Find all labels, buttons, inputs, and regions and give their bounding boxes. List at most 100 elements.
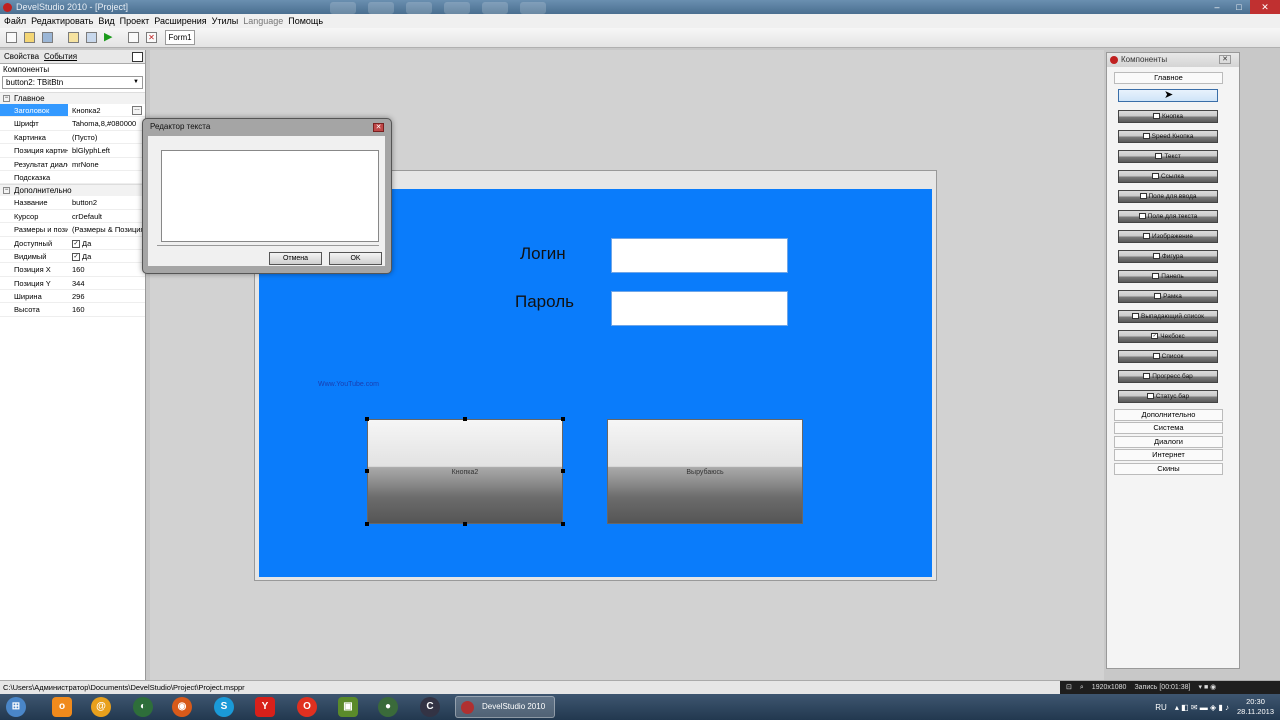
yandex-icon[interactable]: Y — [255, 697, 275, 717]
youtube-link[interactable]: Www.YouTube.com — [318, 381, 379, 388]
menu-project[interactable]: Проект — [120, 14, 155, 28]
selection-handle[interactable] — [561, 469, 565, 473]
maximize-icon[interactable]: □ — [1228, 0, 1250, 14]
palette-item-listbox[interactable]: Список — [1118, 350, 1218, 363]
collapse-icon[interactable]: − — [3, 95, 10, 102]
palette-item-checkbox[interactable]: ✓ Чекбокс — [1118, 330, 1218, 343]
group-internet[interactable]: Интернет — [1114, 449, 1223, 461]
palette-item-edit[interactable]: Поле для ввода — [1118, 190, 1218, 203]
palette-item-panel[interactable]: Панель — [1118, 270, 1218, 283]
cancel-button[interactable]: Отмена — [269, 252, 322, 265]
run-icon[interactable]: ▶ — [104, 32, 115, 43]
prop-row[interactable]: Позиция Y 344 — [0, 277, 145, 291]
password-label[interactable]: Пароль — [515, 292, 574, 312]
tab-form1[interactable]: Form1 — [165, 30, 195, 45]
prop-row[interactable]: Картинка (Пусто) — [0, 131, 145, 145]
prop-row[interactable]: Результат диалога mrNone — [0, 158, 145, 171]
selection-handle[interactable] — [561, 522, 565, 526]
skype-icon[interactable]: S — [214, 697, 234, 717]
form-button-2[interactable]: Кнопка2 — [367, 419, 563, 524]
ok-button[interactable]: OK — [329, 252, 382, 265]
start-icon[interactable]: ⊞ — [6, 697, 26, 717]
edit-icon[interactable] — [68, 32, 79, 43]
prop-row[interactable]: Подсказка — [0, 171, 145, 185]
group-skins[interactable]: Скины — [1114, 463, 1223, 475]
dock-icon[interactable] — [132, 52, 143, 62]
prop-row[interactable]: Курсор crDefault — [0, 210, 145, 224]
checkbox-icon[interactable]: ✓ — [72, 252, 80, 261]
firefox-icon[interactable]: ◉ — [172, 697, 192, 717]
prop-row[interactable]: Видимый ✓ Да — [0, 250, 145, 264]
palette-item-speedbutton[interactable]: Speed Кнопка — [1118, 130, 1218, 143]
language-indicator[interactable]: RU — [1155, 703, 1167, 712]
prop-row[interactable]: Позиция картинки blGlyphLeft — [0, 144, 145, 158]
prop-row[interactable]: Высота 160 — [0, 303, 145, 317]
selection-handle[interactable] — [365, 469, 369, 473]
close-icon[interactable]: ✕ — [1219, 55, 1231, 64]
palette-item-statusbar[interactable]: Статус бар — [1118, 390, 1218, 403]
selection-handle[interactable] — [365, 417, 369, 421]
close-icon[interactable]: ✕ — [373, 123, 384, 132]
component-select[interactable]: button2: TBitBtn ▼ — [2, 76, 143, 89]
form-button-quit[interactable]: Вырубаюсь — [607, 419, 803, 524]
taskbar-item-develstudio[interactable]: DevelStudio 2010 ... — [455, 696, 555, 718]
palette-item-link[interactable]: Ссылка — [1118, 170, 1218, 183]
prop-row[interactable]: Размеры и позиция (Размеры & Позиция) — [0, 223, 145, 237]
ellipsis-icon[interactable]: … — [132, 106, 142, 115]
browser-icon[interactable]: ◐ — [133, 697, 153, 717]
clock[interactable]: 20:30 28.11.2013 — [1237, 697, 1274, 717]
add-form-icon[interactable] — [128, 32, 139, 43]
dialog-textarea[interactable] — [161, 150, 379, 242]
prop-row[interactable]: Ширина 296 — [0, 290, 145, 304]
close-icon[interactable]: ✕ — [1250, 0, 1280, 14]
section-extra[interactable]: − Дополнительно — [0, 184, 145, 197]
menu-extensions[interactable]: Расширения — [154, 14, 211, 28]
menu-help[interactable]: Помощь — [288, 14, 328, 28]
menu-edit[interactable]: Редактировать — [31, 14, 98, 28]
ccleaner-icon[interactable]: C — [420, 697, 440, 717]
checkbox-icon[interactable]: ✓ — [72, 239, 80, 248]
tab-properties[interactable]: Свойства — [4, 52, 39, 61]
palette-item-shape[interactable]: Фигура — [1118, 250, 1218, 263]
group-main[interactable]: Главное — [1114, 72, 1223, 84]
group-system[interactable]: Система — [1114, 422, 1223, 434]
password-input[interactable] — [611, 291, 788, 326]
prop-row[interactable]: Название button2 — [0, 196, 145, 210]
stop-icon[interactable] — [86, 32, 97, 43]
minimize-icon[interactable]: – — [1206, 0, 1228, 14]
group-extra[interactable]: Дополнительно — [1114, 409, 1223, 421]
menu-utils[interactable]: Утилы — [212, 14, 244, 28]
collapse-icon[interactable]: − — [3, 187, 10, 195]
selection-handle[interactable] — [365, 522, 369, 526]
tab-events[interactable]: События — [44, 52, 77, 61]
palette-item-label[interactable]: Текст — [1118, 150, 1218, 163]
prop-row[interactable]: Шрифт Tahoma,8,#080000 — [0, 117, 145, 131]
open-folder-icon[interactable] — [24, 32, 35, 43]
odnoklassniki-icon[interactable]: о — [52, 697, 72, 717]
new-file-icon[interactable] — [6, 32, 17, 43]
app-icon[interactable]: ● — [378, 697, 398, 717]
palette-item-memo[interactable]: Поле для текста — [1118, 210, 1218, 223]
recorder-controls-icon[interactable]: ▾ ■ ◉ — [1199, 681, 1217, 694]
selection-handle[interactable] — [463, 417, 467, 421]
minecraft-icon[interactable]: ▣ — [338, 697, 358, 717]
menu-view[interactable]: Вид — [98, 14, 119, 28]
tray-icons[interactable]: ▴ ◧ ✉ ▬ ◈ ▮ ♪ — [1175, 703, 1229, 712]
group-dialogs[interactable]: Диалоги — [1114, 436, 1223, 448]
delete-form-icon[interactable]: ✕ — [146, 32, 157, 43]
section-main[interactable]: − Главное — [0, 92, 145, 104]
mail-agent-icon[interactable]: @ — [91, 697, 111, 717]
selection-handle[interactable] — [463, 522, 467, 526]
login-input[interactable] — [611, 238, 788, 273]
selection-handle[interactable] — [561, 417, 565, 421]
login-label[interactable]: Логин — [520, 244, 566, 264]
palette-item-groupbox[interactable]: Рамка — [1118, 290, 1218, 303]
prop-row[interactable]: Заголовок Кнопка2 … — [0, 104, 145, 118]
palette-item-combobox[interactable]: Выпадающий список — [1118, 310, 1218, 323]
menu-language[interactable]: Language — [243, 14, 288, 28]
prop-row[interactable]: Позиция X 160 — [0, 263, 145, 277]
opera-icon[interactable]: O — [297, 697, 317, 717]
menu-file[interactable]: Файл — [4, 14, 31, 28]
palette-item-image[interactable]: Изображение — [1118, 230, 1218, 243]
save-icon[interactable] — [42, 32, 53, 43]
